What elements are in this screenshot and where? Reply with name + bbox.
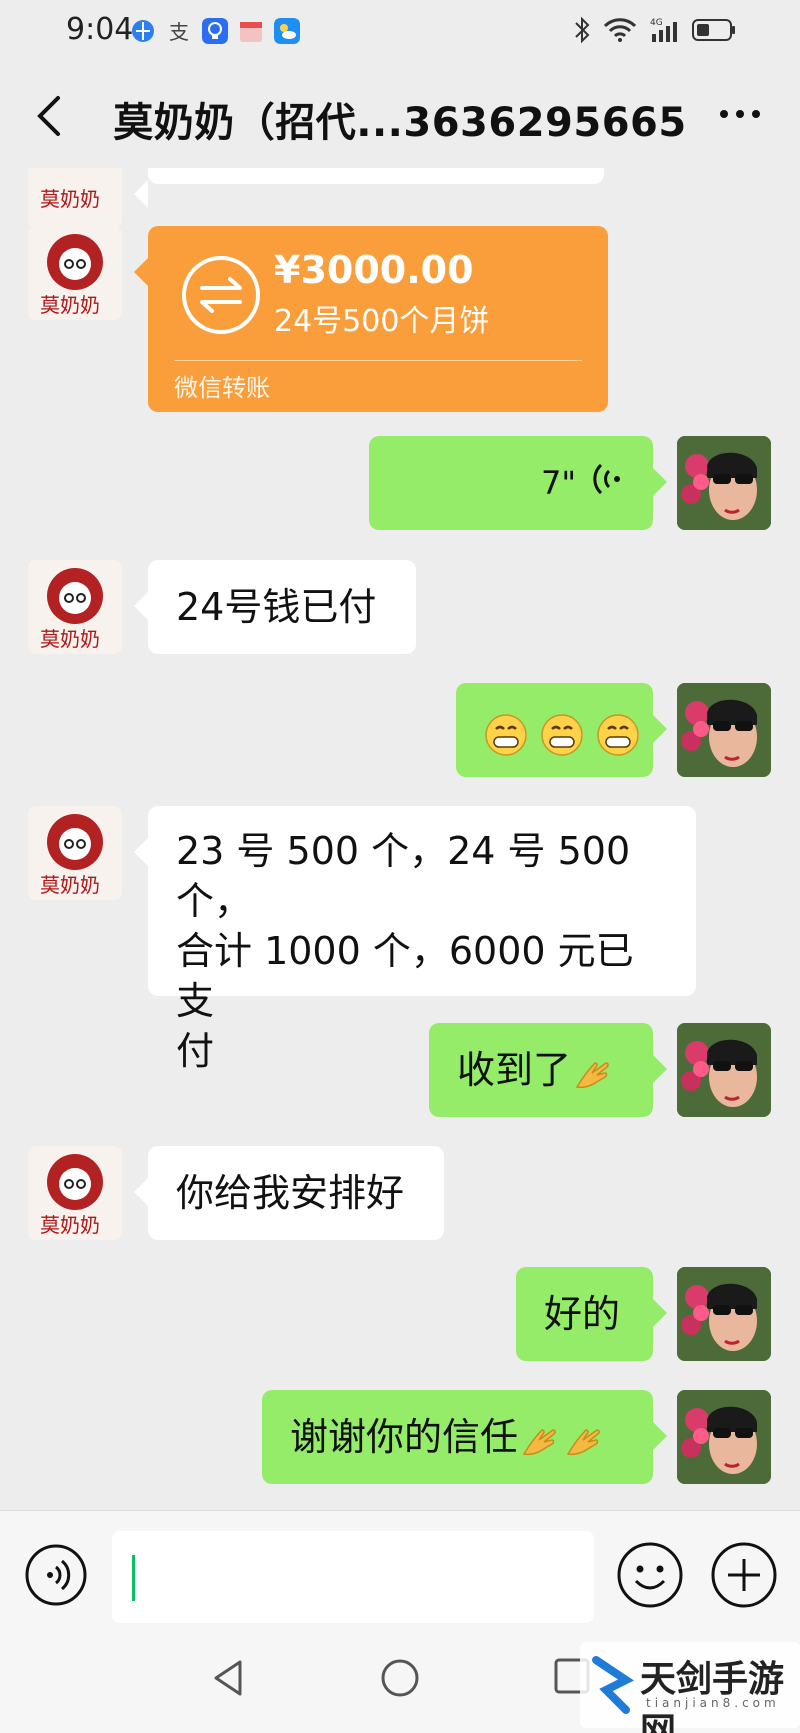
svg-text:莫奶奶: 莫奶奶 [40,1213,100,1237]
user-photo-icon [677,1023,771,1117]
grin-emoji-icon [541,713,583,756]
message-bubble-partial[interactable] [134,168,604,208]
text-cursor [132,1555,135,1601]
contact-avatar[interactable]: 莫奶奶 [28,226,122,320]
grandma-logo-icon: 莫奶奶 [28,560,122,654]
weather-icon [274,18,300,44]
wifi-icon [603,18,637,42]
chat-title: 莫奶奶（招代...3636295665 [113,100,687,146]
message-text-line: 23 号 500 个，24 号 500 个， [176,829,631,923]
watermark-text: 天剑手游网 [640,1658,785,1733]
browser-icon [132,20,154,42]
transfer-card[interactable]: ¥3000.00 24号500个月饼 微信转账 [134,226,608,412]
notification-icons: 支 [130,16,300,46]
status-bar: 9:04 支 4G [0,0,800,64]
nav-back-icon[interactable] [208,1656,252,1700]
alipay-icon: 支 [169,20,189,44]
my-avatar[interactable] [677,683,771,777]
divider [174,360,582,361]
plus-icon[interactable] [710,1541,778,1609]
transfer-note: 24号500个月饼 [274,304,490,339]
user-photo-icon [677,436,771,530]
message-text-line: 合计 1000 个，6000 元已支 [176,929,634,1023]
voice-message[interactable]: 7" [369,436,667,530]
svg-text:支: 支 [169,20,189,44]
message-text: 好的 [544,1292,621,1336]
contact-avatar[interactable]: 莫奶奶 [28,806,122,900]
message-content: 收到了 [429,1045,653,1095]
voice-duration: 7" [541,464,577,502]
gift-icon [240,22,262,42]
transfer-amount: ¥3000.00 [274,248,474,292]
transfer-icon [182,256,260,334]
ok-hand-icon [566,1428,600,1455]
voice-input-icon[interactable] [24,1543,88,1607]
svg-text:4G: 4G [650,18,663,28]
svg-text:莫奶奶: 莫奶奶 [40,873,100,897]
message-bubble[interactable]: 你给我安排好 [134,1146,444,1240]
message-bubble[interactable]: 24号钱已付 [134,560,416,654]
message-text: 收到了 [457,1048,572,1092]
emoji-icon[interactable] [616,1541,684,1609]
message-bubble[interactable]: 谢谢你的信任 [262,1390,667,1484]
message-text: 你给我安排好 [176,1171,405,1215]
message-bubble[interactable]: 23 号 500 个，24 号 500 个， 合计 1000 个，6000 元已… [134,806,696,1073]
message-bubble[interactable]: 收到了 [429,1023,667,1117]
nav-home-icon[interactable] [378,1656,422,1700]
message-text: 24号钱已付 [176,585,377,629]
ok-hand-icon [522,1428,556,1455]
grin-emoji-icon [485,713,527,756]
contact-avatar[interactable]: 莫奶奶 [28,168,122,228]
battery-icon [692,19,735,41]
message-input[interactable] [112,1531,594,1623]
grandma-logo-icon: 莫奶奶 [28,806,122,900]
my-avatar[interactable] [677,436,771,530]
user-photo-icon [677,683,771,777]
system-status: 4G [572,16,736,44]
bluetooth-icon [575,16,590,44]
idea-icon [202,18,228,44]
watermark-url: tianjian8.com [646,1696,780,1710]
my-avatar[interactable] [677,1390,771,1484]
chat-header: 莫奶奶（招代...3636295665 [0,64,800,168]
watermark-logo-icon [592,1656,634,1714]
svg-text:莫奶奶: 莫奶奶 [40,293,100,317]
contact-avatar[interactable]: 莫奶奶 [28,1146,122,1240]
message-text: 谢谢你的信任 [290,1415,519,1459]
more-icon[interactable] [716,102,764,126]
signal-icon: 4G [650,18,677,42]
my-avatar[interactable] [677,1023,771,1117]
my-avatar[interactable] [677,1267,771,1361]
navigation-bar: 天剑手游网 tianjian8.com [0,1632,800,1733]
emoji-message[interactable] [456,683,667,777]
transfer-label: 微信转账 [174,374,270,402]
grin-emoji-icon [597,713,639,756]
grandma-logo-icon: 莫奶奶 [28,1146,122,1240]
input-bar [0,1510,800,1632]
watermark: 天剑手游网 tianjian8.com [580,1642,800,1733]
user-photo-icon [677,1267,771,1361]
status-time: 9:04 [66,12,134,47]
grandma-logo-icon: 莫奶奶 [28,226,122,320]
user-photo-icon [677,1390,771,1484]
message-list[interactable]: 莫奶奶 莫奶奶 ¥3000.00 24号500个月饼 微信转账 7" 莫奶奶 2… [0,168,800,1510]
svg-text:莫奶奶: 莫奶奶 [40,187,100,211]
grandma-logo-icon: 莫奶奶 [28,168,122,228]
ok-hand-icon [575,1061,609,1088]
message-bubble[interactable]: 好的 [516,1267,667,1361]
svg-text:莫奶奶: 莫奶奶 [40,627,100,651]
contact-avatar[interactable]: 莫奶奶 [28,560,122,654]
message-content: 谢谢你的信任 [262,1412,653,1462]
voice-wave-icon [593,463,620,495]
